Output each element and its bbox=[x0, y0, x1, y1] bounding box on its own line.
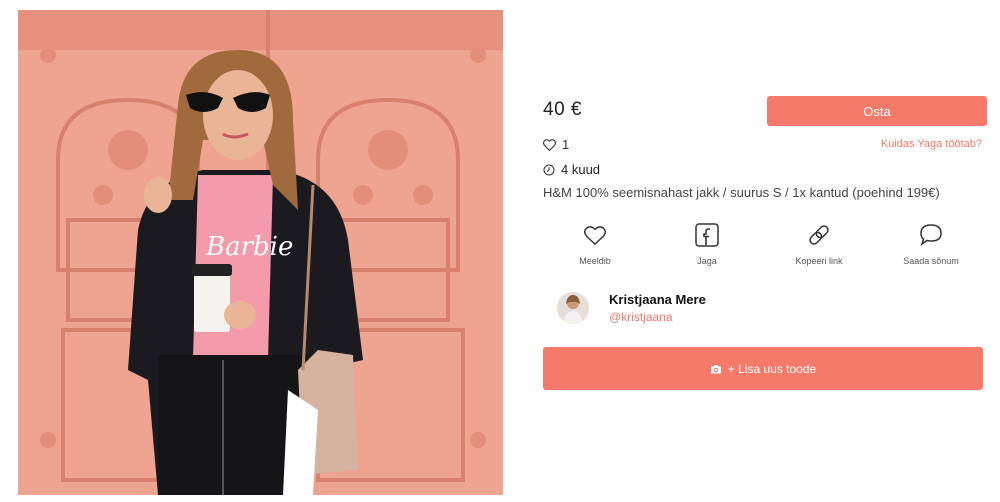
seller-avatar[interactable] bbox=[557, 292, 589, 324]
add-new-product-button[interactable]: + Lisa uus toode bbox=[543, 347, 983, 390]
clock-icon bbox=[543, 164, 555, 175]
svg-text:Barbie: Barbie bbox=[205, 232, 293, 262]
share-action-label: Jaga bbox=[697, 256, 717, 266]
listing-age-text: 4 kuud bbox=[561, 162, 601, 177]
how-yaga-works-link[interactable]: Kuidas Yaga töötab? bbox=[881, 138, 982, 150]
seller-name[interactable]: Kristjaana Mere bbox=[609, 292, 706, 307]
avatar-image bbox=[557, 292, 589, 324]
like-action-label: Meeldib bbox=[579, 256, 611, 266]
likes-counter: 1 bbox=[543, 137, 569, 152]
product-photo[interactable]: Barbie bbox=[18, 10, 503, 495]
add-new-product-label: + Lisa uus toode bbox=[727, 361, 817, 376]
product-description: H&M 100% seemisnahast jakk / suurus S / … bbox=[543, 185, 940, 200]
chat-icon bbox=[920, 224, 942, 246]
listing-age: 4 kuud bbox=[543, 162, 600, 177]
heart-outline-icon bbox=[543, 138, 556, 151]
link-icon bbox=[809, 225, 829, 245]
product-photo-illustration: Barbie bbox=[18, 10, 503, 495]
camera-icon bbox=[710, 364, 721, 373]
heart-icon bbox=[584, 225, 606, 245]
buy-button[interactable]: Osta bbox=[767, 96, 987, 126]
copy-link-action-label: Kopeeri link bbox=[795, 256, 843, 266]
product-actions: Meeldib Jaga Kopeeri link Saada sõnum bbox=[543, 222, 983, 272]
facebook-icon bbox=[695, 223, 719, 247]
product-price: 40 € bbox=[543, 99, 582, 120]
likes-count: 1 bbox=[562, 137, 570, 152]
seller-handle[interactable]: @kristjaana bbox=[609, 310, 706, 324]
like-action[interactable]: Meeldib bbox=[555, 222, 635, 266]
share-action[interactable]: Jaga bbox=[667, 222, 747, 266]
send-message-action[interactable]: Saada sõnum bbox=[891, 222, 971, 266]
seller-info: Kristjaana Mere @kristjaana bbox=[557, 292, 706, 324]
send-message-action-label: Saada sõnum bbox=[903, 256, 959, 266]
copy-link-action[interactable]: Kopeeri link bbox=[779, 222, 859, 266]
